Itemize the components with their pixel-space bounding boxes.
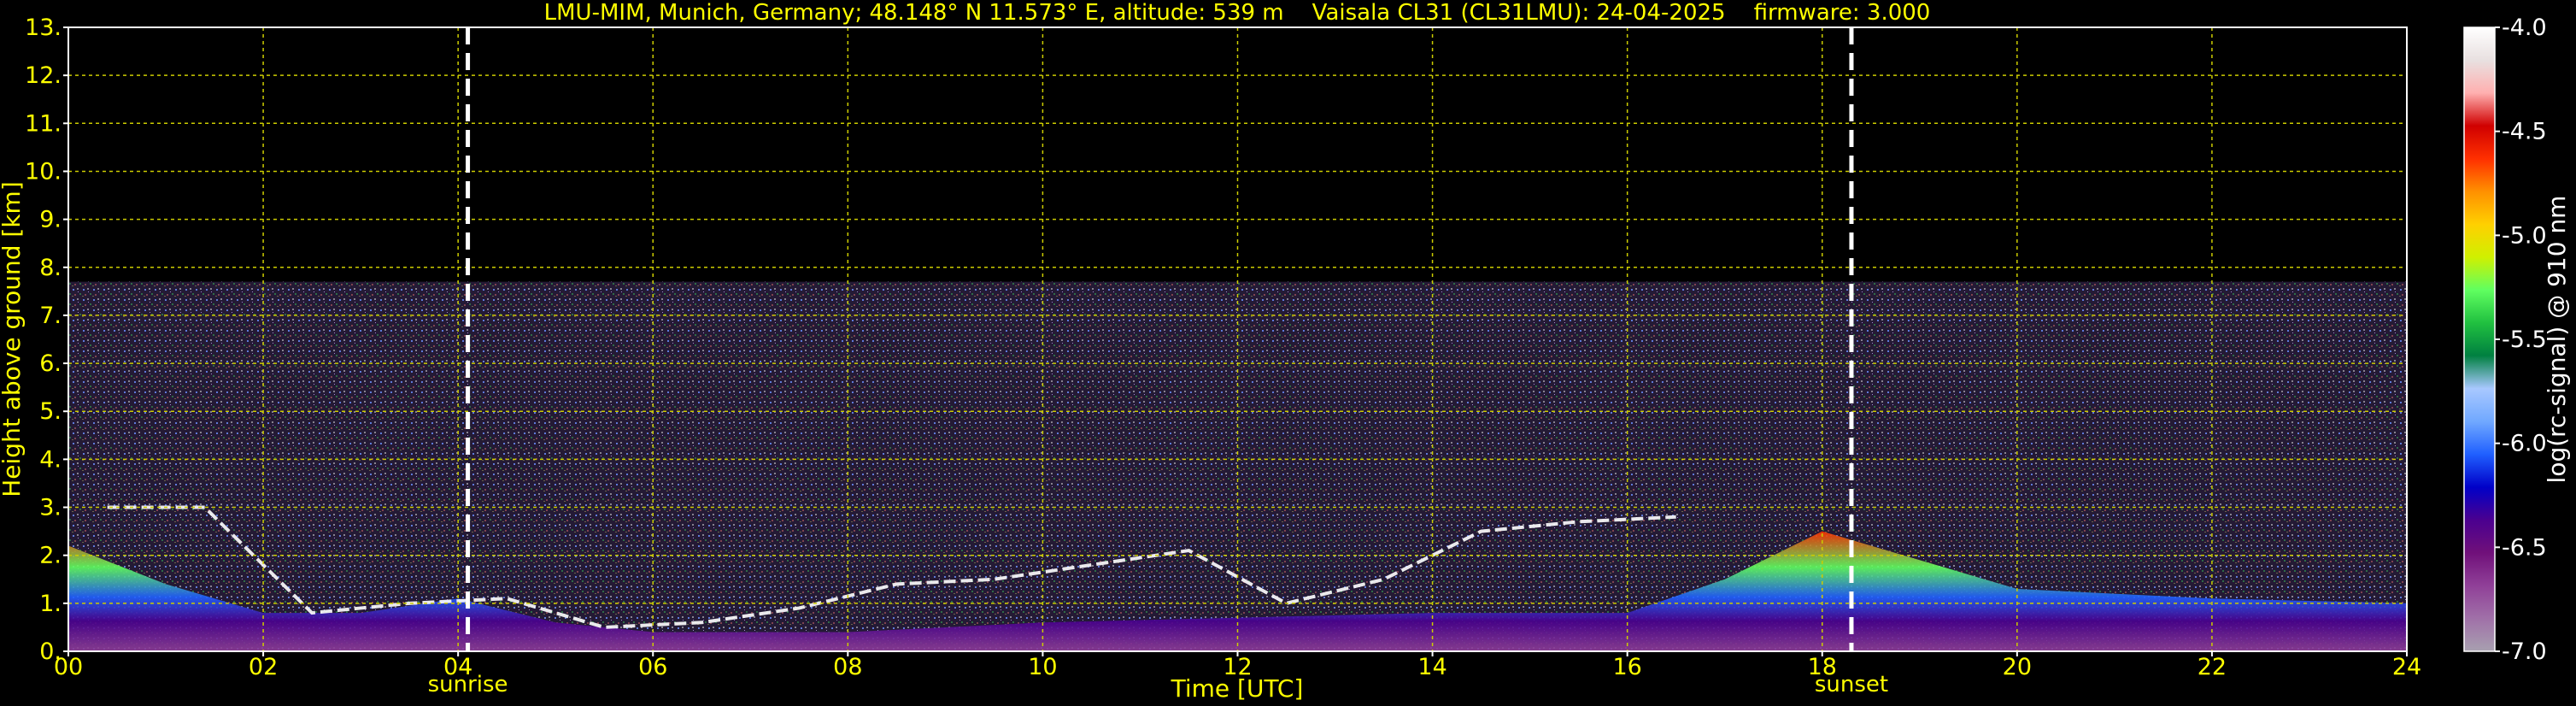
y-tick-label: 12.: [25, 62, 62, 89]
colorbar-tick-label: -4.0: [2502, 15, 2547, 41]
colorbar-label: log(rc-signal) @ 910 nm: [2543, 196, 2571, 484]
y-tick-label: 7.: [39, 303, 62, 329]
colorbar-tick-label: -6.0: [2502, 431, 2547, 457]
y-tick-label: 3.: [39, 495, 62, 521]
x-tick-label: 08: [833, 654, 862, 680]
y-axis-label: Height above ground [km]: [0, 181, 26, 497]
y-tick-label: 10.: [25, 158, 62, 185]
x-tick-label: 18: [1808, 654, 1837, 680]
y-tick-label: 1.: [39, 591, 62, 617]
colorbar-tick-label: -5.5: [2502, 327, 2547, 353]
ceilometer-chart: sunrise sunset 00 02 04 06 08 10 12 14 16 18 20 22 24…: [0, 0, 2576, 706]
colorbar-tick-label: -7.0: [2502, 638, 2547, 665]
y-tick-label: 2.: [39, 543, 62, 569]
x-tick-label: 14: [1417, 654, 1446, 680]
y-tick-label: 13.: [25, 15, 62, 41]
x-tick-label: 24: [2392, 654, 2421, 680]
colorbar-tick-label: -4.5: [2502, 119, 2547, 145]
y-tick-label: 8.: [39, 255, 62, 281]
y-tick-label: 6.: [39, 350, 62, 377]
chart-svg: sunrise sunset 00 02 04 06 08 10 12 14 16 18 20 22 24…: [0, 0, 2571, 703]
colorbar-scale: [2463, 26, 2496, 652]
x-axis-label: Time [UTC]: [1171, 674, 1304, 703]
x-tick-label: 22: [2198, 654, 2227, 680]
x-tick-label: 04: [443, 654, 472, 680]
y-tick-label: 0.: [39, 638, 62, 665]
colorbar: -4.0 -4.5 -5.0 -5.5 -6.0 -6.5 -7.0: [2463, 15, 2547, 665]
x-tick-label: 20: [2003, 654, 2032, 680]
x-tick-label: 10: [1028, 654, 1057, 680]
x-tick-label: 16: [1612, 654, 1641, 680]
x-tick-label: 02: [249, 654, 278, 680]
y-tick-label: 11.: [25, 110, 62, 137]
y-tick-label: 5.: [39, 398, 62, 425]
x-tick-label: 06: [638, 654, 667, 680]
colorbar-tick-label: -5.0: [2502, 222, 2547, 249]
y-tick-label: 4.: [39, 446, 62, 473]
chart-title: LMU-MIM, Munich, Germany; 48.148° N 11.5…: [544, 0, 1931, 26]
y-tick-label: 9.: [39, 207, 62, 233]
colorbar-tick-label: -6.5: [2502, 534, 2547, 561]
